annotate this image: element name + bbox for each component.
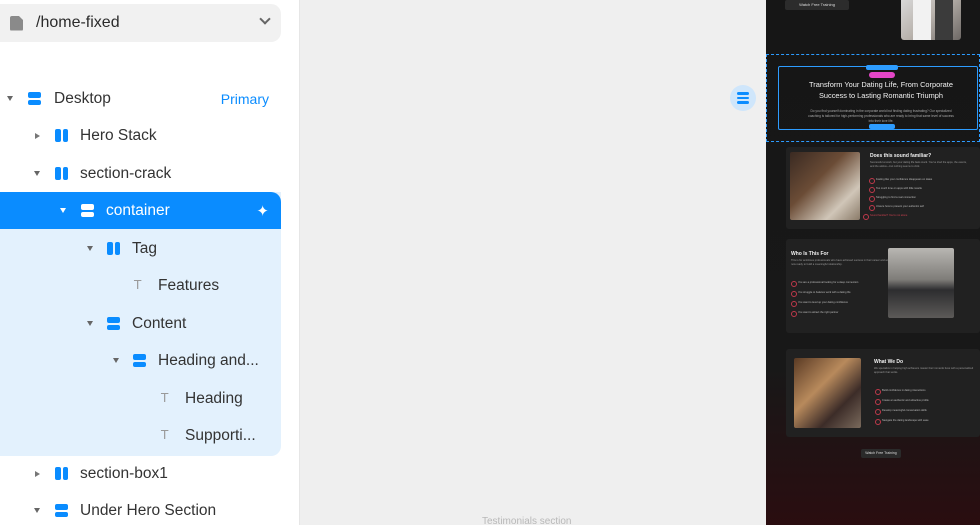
card-title: Does this sound familiar? bbox=[870, 153, 932, 159]
layer-label: section-box1 bbox=[80, 464, 168, 482]
layer-section-box1[interactable]: section-box1 bbox=[0, 455, 281, 492]
card-bullet: Unsure how to present your authentic sel… bbox=[869, 205, 924, 211]
layer-content[interactable]: Content bbox=[0, 305, 281, 342]
collapse-caret-icon[interactable] bbox=[60, 208, 66, 213]
primary-badge: Primary bbox=[220, 90, 269, 107]
tag-pill bbox=[869, 72, 895, 78]
card-title: What We Do bbox=[874, 359, 904, 365]
canvas-section-label: Testimonials section bbox=[482, 516, 572, 525]
card-photo bbox=[888, 248, 954, 318]
collapse-caret-icon[interactable] bbox=[34, 171, 40, 176]
horizontal-stack-icon bbox=[55, 129, 68, 142]
text-icon: T bbox=[134, 278, 142, 292]
card-what-we-do: What We Do We specialize in helping high… bbox=[786, 349, 980, 437]
card-text: We specialize in helping high achievers … bbox=[874, 367, 974, 374]
collapse-caret-icon[interactable] bbox=[34, 508, 40, 513]
layer-label: container bbox=[106, 201, 170, 219]
card-text: Successful at work, but your dating life… bbox=[870, 161, 967, 168]
card-bullet: Create an authentic and attractive profi… bbox=[875, 399, 929, 405]
collapse-caret-icon[interactable] bbox=[113, 358, 119, 363]
layer-label: Hero Stack bbox=[80, 126, 157, 144]
selection-label-bottom bbox=[869, 124, 895, 129]
card-bullet: You struggle to balance work with a dati… bbox=[791, 291, 851, 297]
card-bullet: Build confidence in dating interactions bbox=[875, 389, 926, 395]
card-bullet: Struggling to find a real connection bbox=[869, 196, 916, 202]
card-bullet: Navigate the dating landscape with ease bbox=[875, 419, 929, 425]
card-bullet: Feeling like your confidence disappears … bbox=[868, 178, 933, 184]
layer-under-hero-section[interactable]: Under Hero Section bbox=[0, 492, 281, 525]
card-photo bbox=[794, 358, 861, 428]
card-bullet: Too much time on apps with little result… bbox=[869, 187, 922, 193]
horizontal-stack-icon bbox=[55, 167, 68, 180]
page-preview[interactable]: Watch Free Training Transform Your Datin… bbox=[766, 0, 980, 525]
expand-caret-icon[interactable] bbox=[35, 470, 40, 477]
sparkle-icon[interactable]: ✦ bbox=[256, 202, 269, 220]
collapse-caret-icon[interactable] bbox=[87, 246, 93, 251]
preview-heading: Transform Your Dating Life, From Corpora… bbox=[809, 80, 953, 100]
layer-supporting[interactable]: T Supporti... bbox=[0, 417, 281, 454]
layers-panel: /home-fixed Desktop Primary Hero Stack s… bbox=[0, 0, 300, 525]
horizontal-stack-icon bbox=[55, 467, 68, 480]
bottom-cta-button[interactable]: Watch Free Training bbox=[861, 449, 901, 458]
text-icon: T bbox=[161, 391, 169, 405]
stack-icon bbox=[107, 317, 120, 330]
layer-heading-and[interactable]: Heading and... bbox=[0, 342, 281, 379]
collapse-caret-icon[interactable] bbox=[7, 96, 13, 101]
layer-label: Heading and... bbox=[158, 351, 259, 369]
preview-supporting-text: Do you find yourself dominating in the c… bbox=[808, 109, 954, 123]
selection-label-top bbox=[866, 65, 898, 70]
page-icon bbox=[10, 16, 23, 31]
horizontal-stack-icon bbox=[107, 242, 120, 255]
page-selector[interactable]: /home-fixed bbox=[0, 4, 281, 42]
card-bullet: You want to level up your dating confide… bbox=[791, 301, 848, 307]
layer-label: Under Hero Section bbox=[80, 501, 217, 519]
layer-hero-stack[interactable]: Hero Stack bbox=[0, 117, 281, 154]
card-photo bbox=[790, 152, 860, 220]
layer-tag[interactable]: Tag bbox=[0, 230, 281, 267]
card-text: This is for ambitious professionals who … bbox=[791, 259, 890, 266]
hero-button[interactable]: Watch Free Training bbox=[785, 0, 849, 10]
layer-label: Heading bbox=[185, 389, 243, 407]
layer-container[interactable]: container ✦ bbox=[0, 192, 281, 229]
layer-desktop[interactable]: Desktop Primary bbox=[0, 80, 281, 117]
stack-icon bbox=[28, 92, 41, 105]
card-title: Who Is This For bbox=[791, 251, 829, 257]
card-bullet: Develop meaningful conversation skills bbox=[875, 409, 927, 415]
expand-caret-icon[interactable] bbox=[35, 132, 40, 139]
card-familiar: Does this sound familiar? Successful at … bbox=[786, 147, 980, 229]
stack-handle-icon[interactable] bbox=[730, 85, 756, 111]
hero-image bbox=[901, 0, 961, 40]
layer-label: Supporti... bbox=[185, 426, 256, 444]
stack-icon bbox=[81, 204, 94, 217]
card-bullet: You want to attract the right partner bbox=[790, 311, 839, 317]
layer-label: section-crack bbox=[80, 164, 172, 182]
layer-label: Desktop bbox=[54, 89, 111, 107]
layer-label: Features bbox=[158, 276, 220, 294]
layer-heading[interactable]: T Heading bbox=[0, 380, 281, 417]
layer-label: Tag bbox=[132, 239, 157, 257]
chevron-down-icon[interactable] bbox=[259, 13, 271, 25]
layer-section-crack[interactable]: section-crack bbox=[0, 155, 281, 192]
collapse-caret-icon[interactable] bbox=[87, 321, 93, 326]
stack-icon bbox=[55, 504, 68, 517]
layer-features[interactable]: T Features bbox=[0, 267, 281, 304]
stack-icon bbox=[133, 354, 146, 367]
layer-label: Content bbox=[132, 314, 187, 332]
card-bullet: You are a professional looking for a dee… bbox=[790, 281, 859, 287]
card-who-for: Who Is This For This is for ambitious pr… bbox=[786, 239, 980, 333]
card-link[interactable]: Sound familiar? You're not alone bbox=[862, 214, 907, 220]
page-name: /home-fixed bbox=[36, 14, 120, 31]
text-icon: T bbox=[161, 428, 169, 442]
